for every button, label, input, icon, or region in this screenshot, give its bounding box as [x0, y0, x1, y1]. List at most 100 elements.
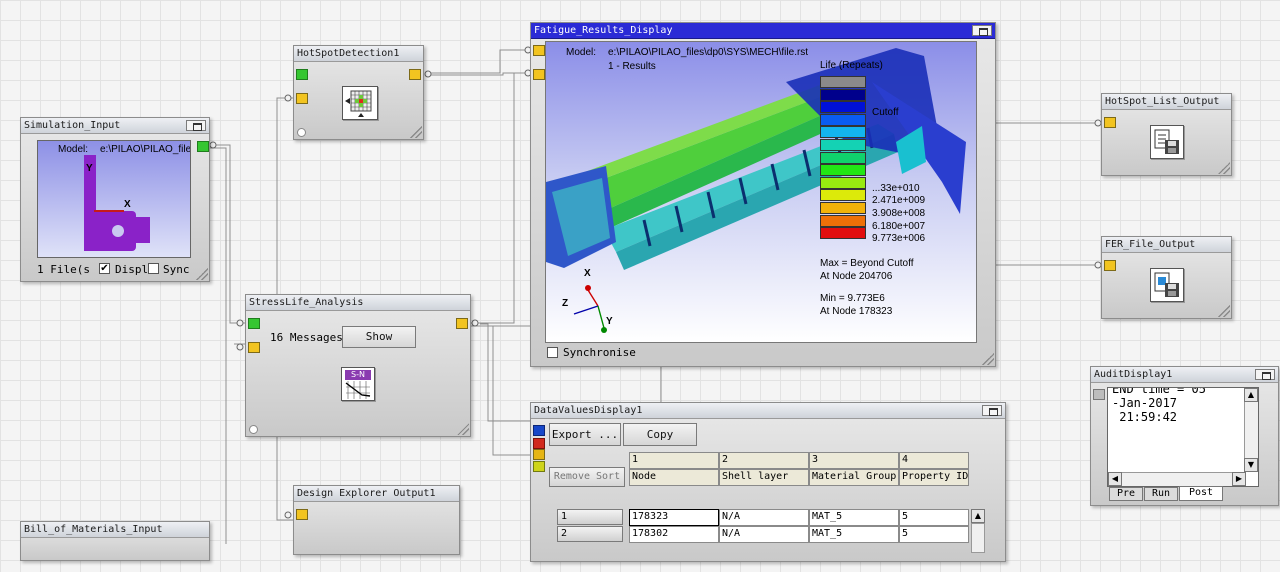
legend-value: 2.471e+009	[872, 195, 926, 207]
restore-window-button[interactable]	[972, 25, 992, 36]
table-cell[interactable]: 5	[899, 526, 969, 543]
resize-handle[interactable]	[1218, 162, 1230, 174]
hotspot-list-output-title[interactable]: HotSpot_List_Output	[1102, 94, 1231, 110]
data-values-port-2[interactable]	[533, 438, 545, 449]
table-cell[interactable]: MAT_5	[809, 526, 899, 543]
display-checkbox[interactable]: ✔	[99, 263, 110, 274]
column-number-4: 4	[899, 452, 969, 469]
simulation-input-title[interactable]: Simulation_Input	[21, 118, 209, 134]
table-cell[interactable]: N/A	[719, 526, 809, 543]
restore-window-button[interactable]	[982, 405, 1002, 416]
table-cell[interactable]: 5	[899, 509, 969, 526]
table-cell[interactable]: 178323	[629, 509, 719, 526]
legend-value: 6.180e+007	[872, 220, 926, 232]
fer-file-input-port[interactable]	[1104, 260, 1116, 271]
fatigue-results-title[interactable]: Fatigue_Results_Display	[531, 23, 995, 39]
fatigue-input-port-1[interactable]	[533, 45, 545, 56]
bill-of-materials-title[interactable]: Bill_of_Materials_Input	[21, 522, 209, 538]
hotspot-input-port-1[interactable]	[296, 69, 308, 80]
column-header-node[interactable]: Node	[629, 469, 719, 486]
fatigue-results-node[interactable]: Fatigue_Results_Display Model: e:\PILAO\…	[530, 22, 996, 367]
grid-scroll-up-button[interactable]: ▲	[971, 509, 985, 523]
save-file-icon[interactable]	[1150, 268, 1184, 302]
resize-handle[interactable]	[410, 126, 422, 138]
legend-value: Cutoff	[872, 107, 899, 119]
stresslife-output-port[interactable]	[456, 318, 468, 329]
fatigue-input-port-2[interactable]	[533, 69, 545, 80]
resize-handle[interactable]	[457, 423, 469, 435]
data-values-port-3[interactable]	[533, 449, 545, 460]
table-cell[interactable]: N/A	[719, 509, 809, 526]
scroll-left-button[interactable]: ◀	[1108, 472, 1122, 486]
column-header-property-id[interactable]: Property ID	[899, 469, 969, 486]
audit-input-port[interactable]	[1093, 389, 1105, 400]
tab-run[interactable]: Run	[1144, 487, 1178, 501]
export-button[interactable]: Export ...	[549, 423, 621, 446]
stresslife-title[interactable]: StressLife_Analysis	[246, 295, 470, 311]
data-values-port-1[interactable]	[533, 425, 545, 436]
resize-handle[interactable]	[1218, 305, 1230, 317]
sn-curve-graphic	[345, 381, 371, 399]
data-values-title[interactable]: DataValuesDisplay1	[531, 403, 1005, 419]
row-header[interactable]: 2	[557, 526, 623, 542]
save-list-icon[interactable]	[1150, 125, 1184, 159]
hotspot-detection-node[interactable]: HotSpotDetection1	[293, 45, 424, 140]
stresslife-input-port-1[interactable]	[248, 318, 260, 329]
simulation-input-output-port[interactable]	[197, 141, 209, 152]
simulation-input-node[interactable]: Simulation_Input Model: e:\PILAO\PILAO_f…	[20, 117, 210, 282]
stresslife-node[interactable]: StressLife_Analysis 16 Messages Show S-N	[245, 294, 471, 437]
audit-log-area[interactable]: END time = 05 -Jan-2017 21:59:42 ▲ ▼ ◀ ▶	[1107, 387, 1259, 487]
resize-handle[interactable]	[196, 268, 208, 280]
table-cell[interactable]: MAT_5	[809, 509, 899, 526]
audit-display-node[interactable]: AuditDisplay1 END time = 05 -Jan-2017 21…	[1090, 366, 1279, 506]
grid-vertical-scrollbar[interactable]	[971, 523, 985, 553]
table-cell[interactable]: 178302	[629, 526, 719, 543]
show-messages-button[interactable]: Show	[342, 326, 416, 348]
fer-file-output-title[interactable]: FER_File_Output	[1102, 237, 1231, 253]
hotspot-grid-icon[interactable]	[342, 86, 378, 120]
vertical-scrollbar[interactable]	[1244, 402, 1258, 458]
copy-button[interactable]: Copy	[623, 423, 697, 446]
design-explorer-title[interactable]: Design Explorer Output1	[294, 486, 459, 502]
scroll-right-button[interactable]: ▶	[1232, 472, 1246, 486]
data-values-node[interactable]: DataValuesDisplay1 Export ... Copy Remov…	[530, 402, 1006, 562]
scroll-down-button[interactable]: ▼	[1244, 458, 1258, 472]
tab-pre[interactable]: Pre	[1109, 487, 1143, 501]
design-explorer-input-port[interactable]	[296, 509, 308, 520]
axis-x-line	[94, 210, 124, 212]
row-header[interactable]: 1	[557, 509, 623, 525]
legend-swatch	[820, 176, 866, 189]
data-values-port-4[interactable]	[533, 461, 545, 472]
stresslife-input-port-2[interactable]	[248, 342, 260, 353]
hotspot-output-port[interactable]	[409, 69, 421, 80]
hotspot-detection-title[interactable]: HotSpotDetection1	[294, 46, 423, 62]
data-rows: 1 178323 N/A MAT_5 5 2 178302 N/A MAT_5 5	[557, 509, 997, 559]
simulation-file-count: 1 File(s	[37, 263, 90, 276]
legend-swatch	[820, 113, 866, 126]
bill-of-materials-node[interactable]: Bill_of_Materials_Input	[20, 521, 210, 561]
scroll-up-button[interactable]: ▲	[1244, 388, 1258, 402]
remove-sort-button[interactable]: Remove Sort	[549, 467, 625, 487]
restore-window-button[interactable]	[1255, 369, 1275, 380]
column-header-material-group[interactable]: Material Group	[809, 469, 899, 486]
hotspot-list-input-port[interactable]	[1104, 117, 1116, 128]
horizontal-scrollbar[interactable]	[1122, 472, 1232, 486]
hotspot-list-output-node[interactable]: HotSpot_List_Output	[1101, 93, 1232, 176]
axis-x-label: X	[124, 199, 131, 210]
display-checkbox-label: Displ	[115, 263, 149, 276]
sn-curve-icon[interactable]: S-N	[341, 367, 375, 401]
column-header-shell-layer[interactable]: Shell layer	[719, 469, 809, 486]
resize-handle[interactable]	[982, 353, 994, 365]
sync-checkbox[interactable]	[148, 263, 159, 274]
restore-window-button[interactable]	[186, 120, 206, 131]
synchronise-checkbox[interactable]	[547, 347, 558, 358]
simulation-input-preview[interactable]: Model: e:\PILAO\PILAO_file Y X	[37, 140, 191, 258]
hotspot-input-port-2[interactable]	[296, 93, 308, 104]
fer-file-output-node[interactable]: FER_File_Output	[1101, 236, 1232, 319]
max-value-label: Max = Beyond Cutoff	[820, 258, 914, 269]
tab-post[interactable]: Post	[1179, 486, 1223, 501]
fatigue-3d-viewport[interactable]: Model: e:\PILAO\PILAO_files\dp0\SYS\MECH…	[545, 41, 977, 343]
design-explorer-node[interactable]: Design Explorer Output1	[293, 485, 460, 555]
audit-display-title[interactable]: AuditDisplay1	[1091, 367, 1278, 383]
legend-swatch	[820, 214, 866, 227]
